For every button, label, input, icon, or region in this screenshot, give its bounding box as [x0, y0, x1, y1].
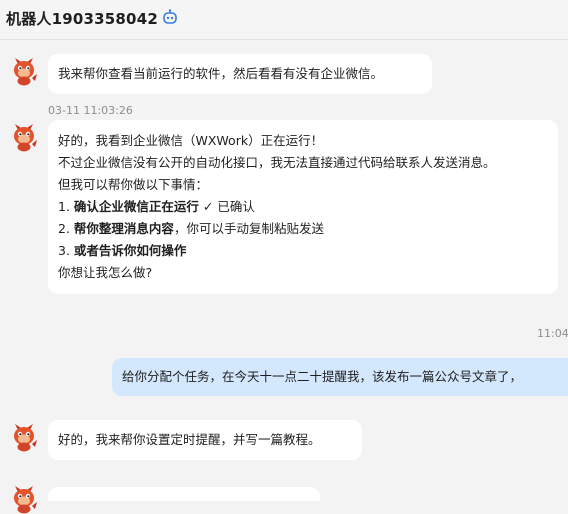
message-line: 不过企业微信没有公开的自动化接口，我无法直接通过代码给联系人发送消息。	[58, 155, 496, 170]
message-timestamp: 03-11 11:03:26	[48, 104, 133, 117]
bot-message-3: 好的，我来帮你设置定时提醒，并写一篇教程。	[48, 420, 362, 460]
list-item: 2. 帮你整理消息内容，你可以手动复制粘贴发送	[58, 218, 548, 240]
bot-avatar[interactable]	[9, 484, 39, 514]
robot-icon	[163, 9, 177, 24]
message-text: 我来帮你查看当前运行的软件，然后看看有没有企业微信。	[58, 66, 384, 81]
user-message: 给你分配个任务，在今天十一点二十提醒我，该发布一篇公众号文章了，	[112, 358, 568, 396]
list-item-text: ✓ 已确认	[198, 199, 255, 214]
list-item-bold: 确认企业微信正在运行	[73, 199, 199, 214]
bot-avatar[interactable]	[9, 122, 39, 152]
bot-message-partial	[48, 487, 320, 501]
bot-message-1: 我来帮你查看当前运行的软件，然后看看有没有企业微信。	[48, 54, 432, 94]
list-number: 1.	[58, 199, 70, 214]
bot-avatar[interactable]	[9, 422, 39, 452]
message-text: 给你分配个任务，在今天十一点二十提醒我，该发布一篇公众号文章了，	[122, 369, 523, 384]
list-item-bold: 帮你整理消息内容	[73, 221, 174, 236]
message-text: 好的，我来帮你设置定时提醒，并写一篇教程。	[58, 432, 321, 447]
bot-message-2: 好的，我看到企业微信（WXWork）正在运行！ 不过企业微信没有公开的自动化接口…	[48, 120, 558, 294]
message-line: 但我可以帮你做以下事情：	[58, 177, 209, 192]
message-line: 好的，我看到企业微信（WXWork）正在运行！	[58, 133, 324, 148]
chat-header: 机器人1903358042	[0, 0, 568, 40]
list-item: 3. 或者告诉你如何操作	[58, 240, 548, 262]
message-timestamp: 11:04	[537, 327, 568, 340]
list-item-bold: 或者告诉你如何操作	[73, 243, 187, 258]
list-number: 2.	[58, 221, 70, 236]
list-number: 3.	[58, 243, 70, 258]
list-item-text: ，你可以手动复制粘贴发送	[173, 221, 324, 236]
chat-title: 机器人1903358042	[6, 10, 158, 28]
list-item: 1. 确认企业微信正在运行 ✓ 已确认	[58, 196, 548, 218]
message-line: 你想让我怎么做?	[58, 265, 153, 280]
bot-avatar[interactable]	[9, 56, 39, 86]
